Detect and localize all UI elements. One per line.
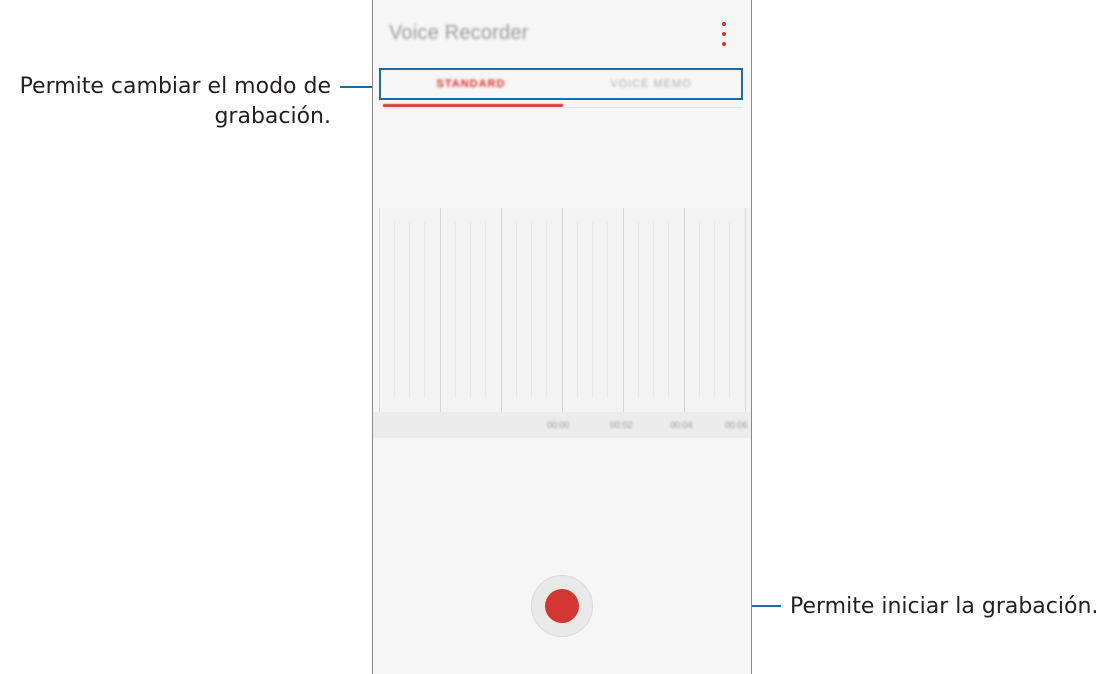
timeline-label: 00:00 bbox=[547, 420, 570, 430]
tab-standard[interactable]: STANDARD bbox=[381, 70, 561, 98]
more-options-icon[interactable] bbox=[717, 22, 731, 46]
timeline-label: 00:02 bbox=[610, 420, 633, 430]
callout-recording-mode: Permite cambiar el modo de grabación. bbox=[0, 72, 331, 132]
tab-divider bbox=[383, 107, 743, 108]
record-button[interactable] bbox=[531, 575, 593, 637]
mode-tabs: STANDARD VOICE MEMO bbox=[379, 68, 743, 100]
phone-screen: Voice Recorder STANDARD VOICE MEMO 00:00… bbox=[372, 0, 752, 674]
app-title: Voice Recorder bbox=[389, 22, 529, 44]
record-icon bbox=[545, 589, 579, 623]
callout-mode-line1: Permite cambiar el modo de bbox=[19, 74, 331, 99]
timeline-label: 00:04 bbox=[670, 420, 693, 430]
timeline-label: 00:06 bbox=[725, 420, 748, 430]
tab-voice-memo[interactable]: VOICE MEMO bbox=[561, 70, 741, 98]
waveform-area bbox=[379, 208, 751, 412]
callout-mode-line2: grabación. bbox=[214, 104, 331, 129]
callout-record: Permite iniciar la grabación. bbox=[790, 594, 1099, 619]
